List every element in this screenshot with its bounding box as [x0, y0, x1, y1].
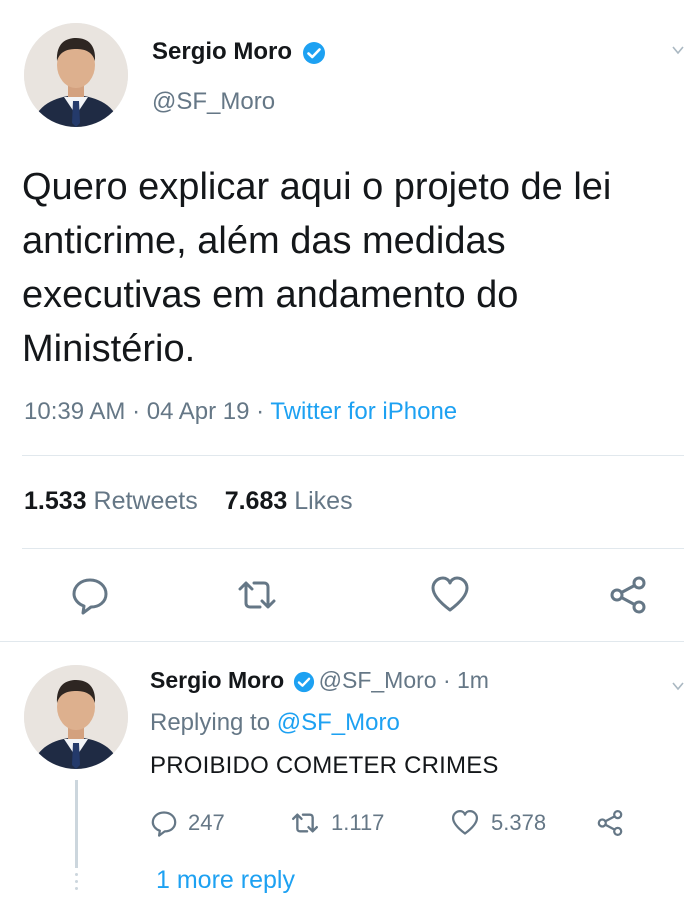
reply-retweet-button[interactable]: 1.117 [289, 808, 384, 838]
heart-icon [451, 809, 479, 835]
thread-line [75, 780, 78, 868]
likes-count: 7.683 [224, 487, 288, 515]
divider [22, 455, 684, 456]
share-icon [597, 809, 623, 837]
more-replies-link[interactable]: 1 more reply [156, 866, 295, 895]
reply-separator: · [436, 667, 458, 693]
retweet-icon [291, 813, 319, 833]
author-avatar[interactable] [24, 23, 128, 127]
retweets-stat[interactable]: 1.533 Retweets [24, 487, 198, 515]
tweet-text: Quero explicar aqui o projeto de lei ant… [22, 166, 612, 370]
replying-prefix: Replying to [150, 709, 277, 736]
reply-retweets-count: 1.117 [331, 810, 385, 835]
chevron-down-icon[interactable] [672, 40, 684, 61]
verified-badge-icon [303, 41, 326, 64]
tweet-source-link[interactable]: Twitter for iPhone [270, 398, 457, 425]
likes-stat[interactable]: 7.683 Likes [225, 487, 353, 515]
verified-badge-icon [293, 671, 314, 692]
replying-to-link[interactable]: @SF_Moro [277, 709, 400, 736]
meta-separator: · [125, 398, 147, 425]
tweet-stats: 1.533 Retweets 7.683 Likes [24, 487, 353, 516]
heart-icon [431, 576, 469, 612]
reply-replies-count: 247 [188, 810, 225, 835]
reply-author-name[interactable]: Sergio Moro [150, 667, 284, 693]
like-button[interactable] [430, 575, 470, 615]
reply-button[interactable] [70, 575, 110, 615]
reply-author-handle[interactable]: @SF_Moro [319, 667, 437, 693]
likes-label: Likes [294, 487, 353, 515]
chevron-down-icon[interactable] [672, 676, 684, 697]
retweets-count: 1.533 [24, 487, 87, 515]
author-name[interactable]: Sergio Moro [152, 38, 292, 65]
share-icon [610, 576, 646, 614]
reply-text: PROIBIDO COMETER CRIMES [150, 752, 499, 779]
retweet-button[interactable] [234, 575, 280, 615]
avatar-image [24, 665, 128, 769]
reply-icon [151, 811, 177, 837]
author-handle[interactable]: @SF_Moro [152, 88, 275, 116]
retweets-label: Retweets [93, 487, 198, 515]
retweet-icon [238, 581, 276, 609]
reply-header: Sergio Moro @SF_Moro · 1m [150, 667, 489, 694]
divider [0, 641, 684, 642]
author-name-row: Sergio Moro [152, 38, 326, 66]
share-button[interactable] [608, 575, 648, 615]
tweet-meta: 10:39 AM · 04 Apr 19 · Twitter for iPhon… [24, 398, 457, 426]
reply-author-avatar[interactable] [24, 665, 128, 769]
avatar-image [24, 23, 128, 127]
reply-age: 1m [457, 667, 489, 693]
reply-icon [72, 578, 108, 615]
tweet-time: 10:39 AM [24, 398, 126, 425]
reply-like-button[interactable]: 5.378 [451, 808, 546, 838]
replying-to: Replying to @SF_Moro [150, 709, 400, 737]
divider [22, 548, 684, 549]
tweet-date[interactable]: 04 Apr 19 [147, 398, 250, 425]
reply-share-button[interactable] [596, 808, 624, 838]
meta-separator: · [249, 398, 271, 425]
reply-reply-button[interactable]: 247 [150, 808, 225, 838]
thread-dots [74, 872, 79, 892]
reply-likes-count: 5.378 [491, 810, 547, 835]
